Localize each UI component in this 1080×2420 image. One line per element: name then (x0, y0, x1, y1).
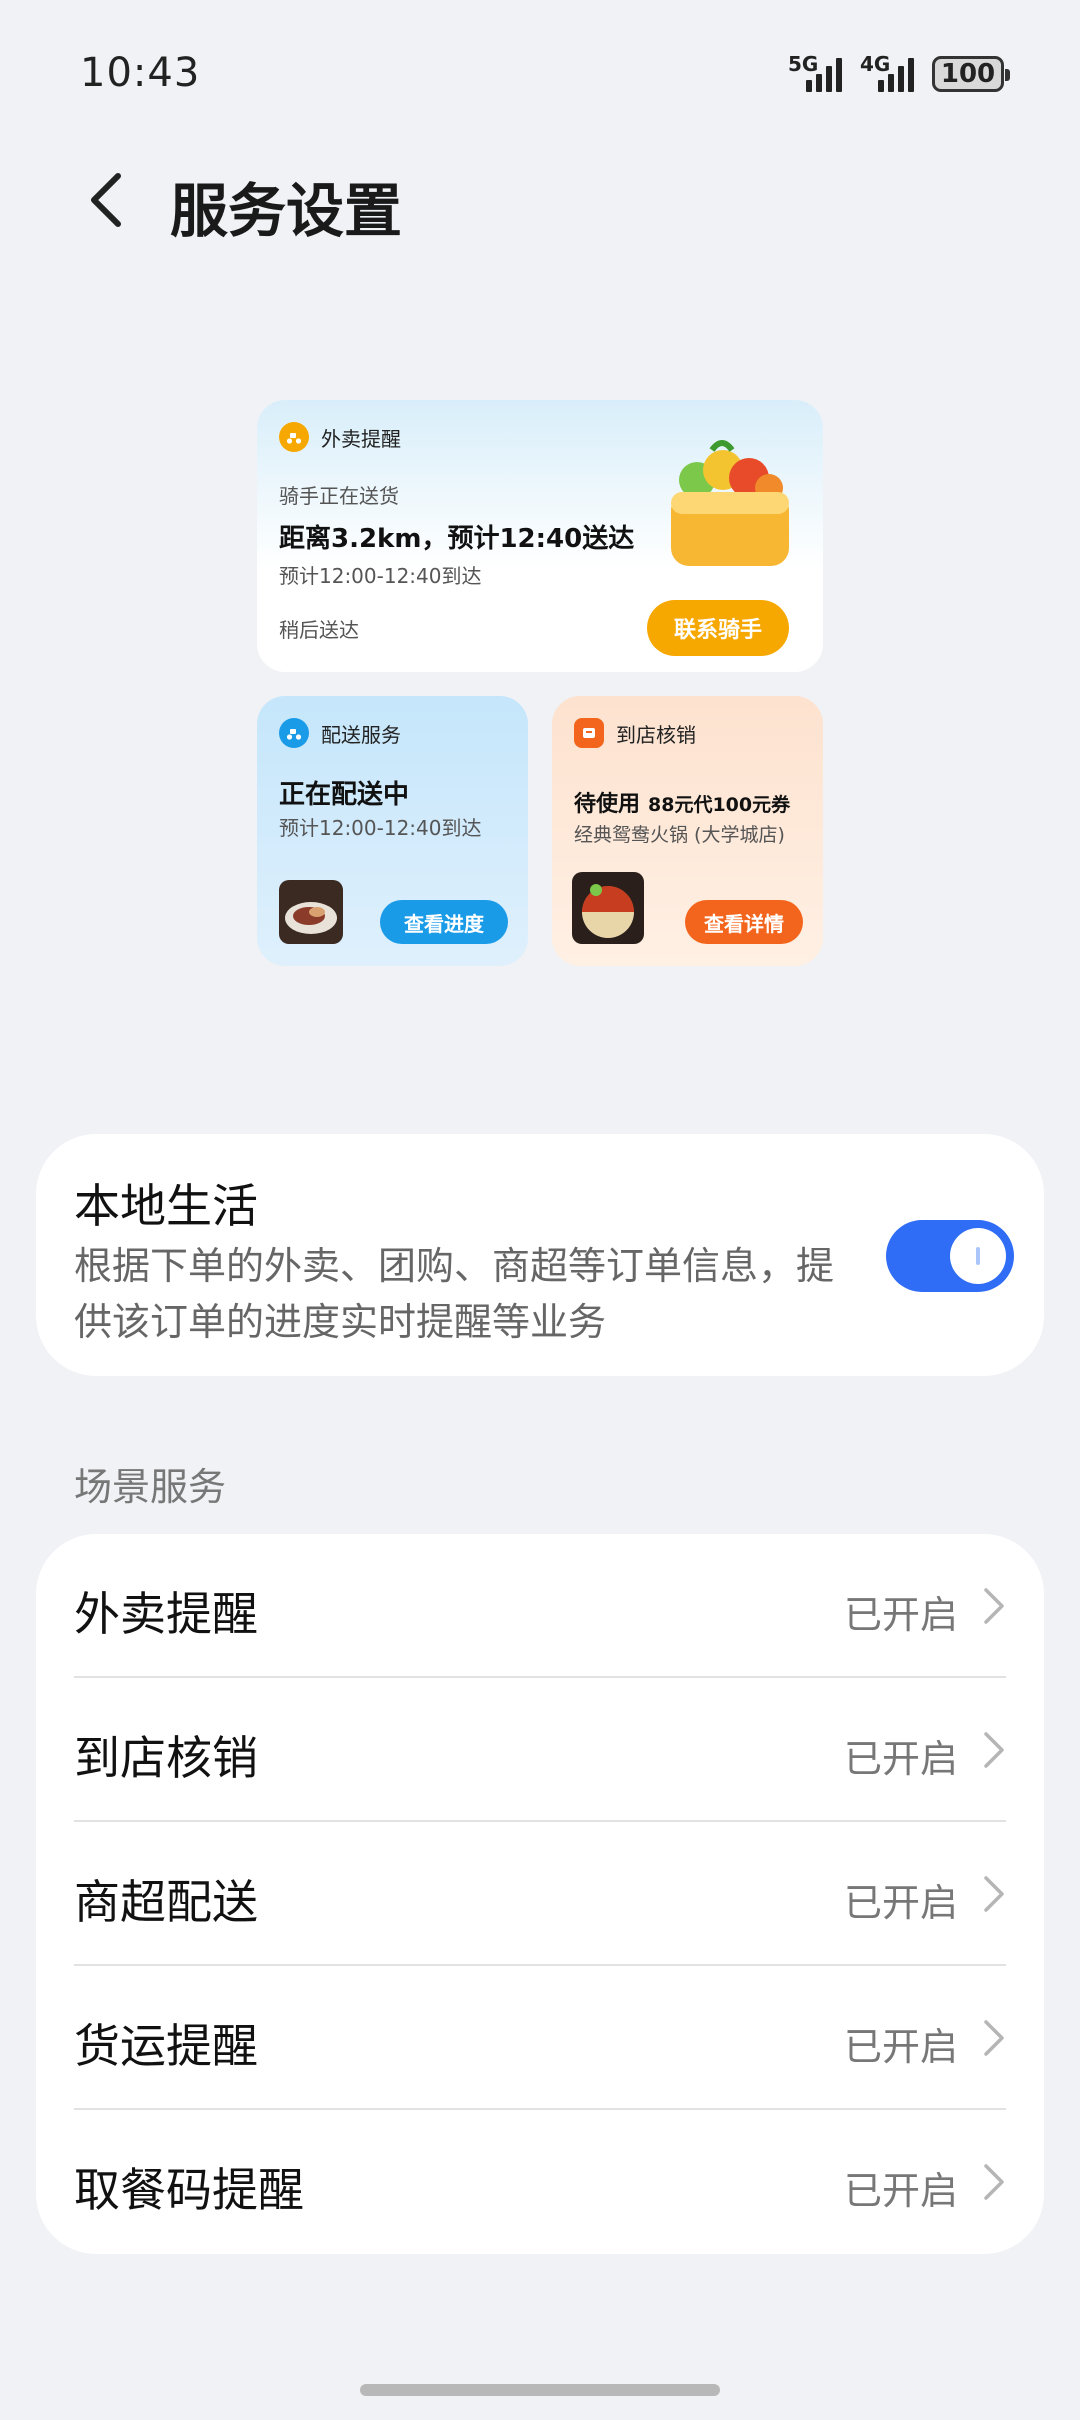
battery-level: 100 (940, 59, 996, 89)
list-item-supermarket-delivery[interactable]: 商超配送 已开启 (36, 1822, 1044, 1966)
voucher-value: 88元代100元券 (648, 794, 791, 816)
back-arrow-icon[interactable] (80, 168, 140, 232)
delivery-service-card-preview: 配送服务 正在配送中 预计12:00-12:40到达 查看进度 (257, 696, 528, 966)
toggle-knob (950, 1228, 1006, 1284)
row-label: 取餐码提醒 (74, 2163, 304, 2217)
ticket-icon (574, 718, 604, 748)
voucher-headline: 待使用 88元代100元券 (574, 786, 790, 818)
row-status: 已开启 (843, 1881, 958, 1925)
view-details-button[interactable]: 查看详情 (685, 900, 803, 944)
card-name: 到店核销 (616, 722, 696, 747)
list-item-takeout-reminder[interactable]: 外卖提醒 已开启 (36, 1534, 1044, 1678)
scooter-icon (279, 422, 309, 452)
row-label: 商超配送 (74, 1875, 258, 1929)
delivery-reminder-card-preview: 外卖提醒 骑手正在送货 距离3.2km，预计12:40送达 预计12:00-12… (257, 400, 823, 672)
service-preview: 外卖提醒 骑手正在送货 距离3.2km，预计12:40送达 预计12:00-12… (257, 400, 823, 970)
local-life-description: 根据下单的外卖、团购、商超等订单信息，提供该订单的进度实时提醒等业务 (74, 1244, 835, 1344)
signal-5g-icon: 5G (788, 52, 842, 92)
page-header: 服务设置 (0, 150, 1080, 250)
delivery-footer: 稍后送达 (279, 618, 359, 642)
row-label: 到店核销 (74, 1731, 258, 1785)
scooter-icon (279, 718, 309, 748)
food-box-illustration (657, 430, 807, 580)
status-time: 10:43 (80, 50, 201, 96)
row-status: 已开启 (843, 1737, 958, 1781)
list-item-pickup-code-reminder[interactable]: 取餐码提醒 已开启 (36, 2110, 1044, 2254)
home-indicator[interactable] (360, 2384, 720, 2396)
delivery-headline: 距离3.2km，预计12:40送达 (279, 524, 635, 554)
chevron-right-icon (984, 2164, 1004, 2200)
view-progress-button[interactable]: 查看进度 (380, 900, 508, 944)
delivery-status-headline: 正在配送中 (279, 780, 410, 810)
chevron-right-icon (984, 2020, 1004, 2056)
card-name: 外卖提醒 (321, 426, 401, 451)
chevron-right-icon (984, 1732, 1004, 1768)
row-status: 已开启 (843, 2025, 958, 2069)
voucher-status: 待使用 (574, 792, 641, 817)
chevron-right-icon (984, 1876, 1004, 1912)
scene-services-label: 场景服务 (74, 1465, 227, 1509)
in-store-redemption-card-preview: 到店核销 待使用 88元代100元券 经典鸳鸯火锅 (大学城店) 查看详情 (552, 696, 823, 966)
status-bar: 10:43 5G 4G 100 (0, 0, 1080, 150)
list-item-freight-reminder[interactable]: 货运提醒 已开启 (36, 1966, 1044, 2110)
list-item-in-store-redemption[interactable]: 到店核销 已开启 (36, 1678, 1044, 1822)
card-name: 配送服务 (321, 722, 401, 747)
page-title: 服务设置 (170, 177, 403, 245)
row-label: 外卖提醒 (74, 1587, 258, 1641)
eta-range: 预计12:00-12:40到达 (279, 816, 482, 840)
food-thumbnail (279, 880, 343, 944)
row-status: 已开启 (843, 1593, 958, 1637)
row-status: 已开启 (843, 2169, 958, 2213)
local-life-title: 本地生活 (74, 1179, 258, 1233)
signal-4g-icon: 4G (860, 52, 914, 92)
rider-status: 骑手正在送货 (279, 484, 399, 508)
signal-5g-label: 5G (788, 52, 819, 76)
scene-services-list: 外卖提醒 已开启 到店核销 已开启 商超配送 已开启 货运提醒 已开启 取餐码提… (36, 1534, 1044, 2254)
local-life-card: 本地生活 根据下单的外卖、团购、商超等订单信息，提供该订单的进度实时提醒等业务 (36, 1134, 1044, 1376)
contact-rider-button[interactable]: 联系骑手 (647, 600, 789, 656)
store-name: 经典鸳鸯火锅 (大学城店) (574, 824, 785, 846)
hotpot-thumbnail (572, 872, 644, 944)
battery-icon: 100 (932, 56, 1010, 92)
local-life-toggle[interactable] (886, 1220, 1014, 1292)
row-label: 货运提醒 (74, 2019, 258, 2073)
status-icons: 5G 4G 100 (788, 52, 1010, 92)
signal-4g-label: 4G (860, 52, 891, 76)
eta-range: 预计12:00-12:40到达 (279, 564, 482, 588)
chevron-right-icon (984, 1588, 1004, 1624)
